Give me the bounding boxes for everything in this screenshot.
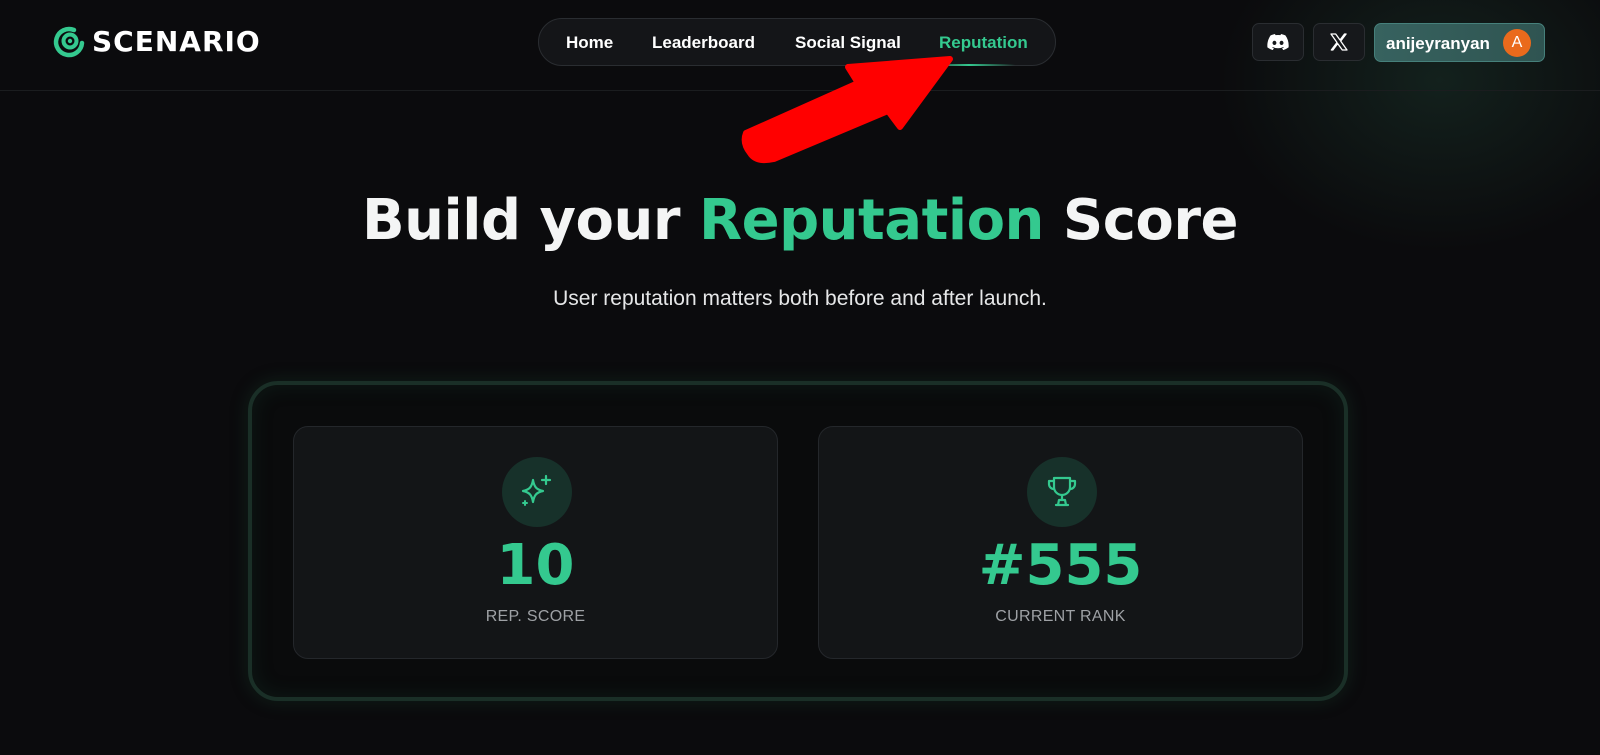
discord-icon <box>1267 34 1289 50</box>
rep-score-label: REP. SCORE <box>485 608 586 625</box>
top-header: SCENARIO Home Leaderboard Social Signal … <box>0 0 1600 91</box>
username: anijeyranyan <box>1386 34 1490 53</box>
scenario-logo-icon <box>53 26 85 58</box>
sparkle-icon-badge <box>502 457 572 527</box>
title-accent: Reputation <box>698 188 1044 253</box>
user-account-button[interactable]: anijeyranyan A <box>1374 23 1545 62</box>
nav-home[interactable]: Home <box>566 33 613 53</box>
current-rank-label: CURRENT RANK <box>995 608 1126 625</box>
rep-score-value: 10 <box>496 533 575 598</box>
brand-logo[interactable]: SCENARIO <box>52 23 261 59</box>
rep-score-card: 10 REP. SCORE <box>293 426 778 659</box>
nav-reputation[interactable]: Reputation <box>939 33 1028 53</box>
nav-social-signal[interactable]: Social Signal <box>795 33 901 53</box>
current-rank-card: #555 CURRENT RANK <box>818 426 1303 659</box>
x-logo-icon <box>1330 33 1348 51</box>
sparkle-icon <box>521 474 552 506</box>
page: SCENARIO Home Leaderboard Social Signal … <box>0 0 1600 755</box>
nav-leaderboard[interactable]: Leaderboard <box>652 33 755 53</box>
title-prefix: Build your <box>362 188 699 253</box>
brand-name: SCENARIO <box>92 24 261 58</box>
trophy-icon <box>1047 476 1077 507</box>
page-subtitle: User reputation matters both before and … <box>553 287 1047 310</box>
title-suffix: Score <box>1043 188 1239 253</box>
trophy-icon-badge <box>1027 457 1097 527</box>
avatar: A <box>1503 29 1531 57</box>
page-title: Build your Reputation Score <box>0 188 1600 253</box>
active-tab-indicator <box>923 64 1015 66</box>
x-button[interactable] <box>1313 23 1365 61</box>
discord-button[interactable] <box>1252 23 1304 61</box>
current-rank-value: #555 <box>978 533 1143 598</box>
main-nav: Home Leaderboard Social Signal Reputatio… <box>538 18 1056 66</box>
